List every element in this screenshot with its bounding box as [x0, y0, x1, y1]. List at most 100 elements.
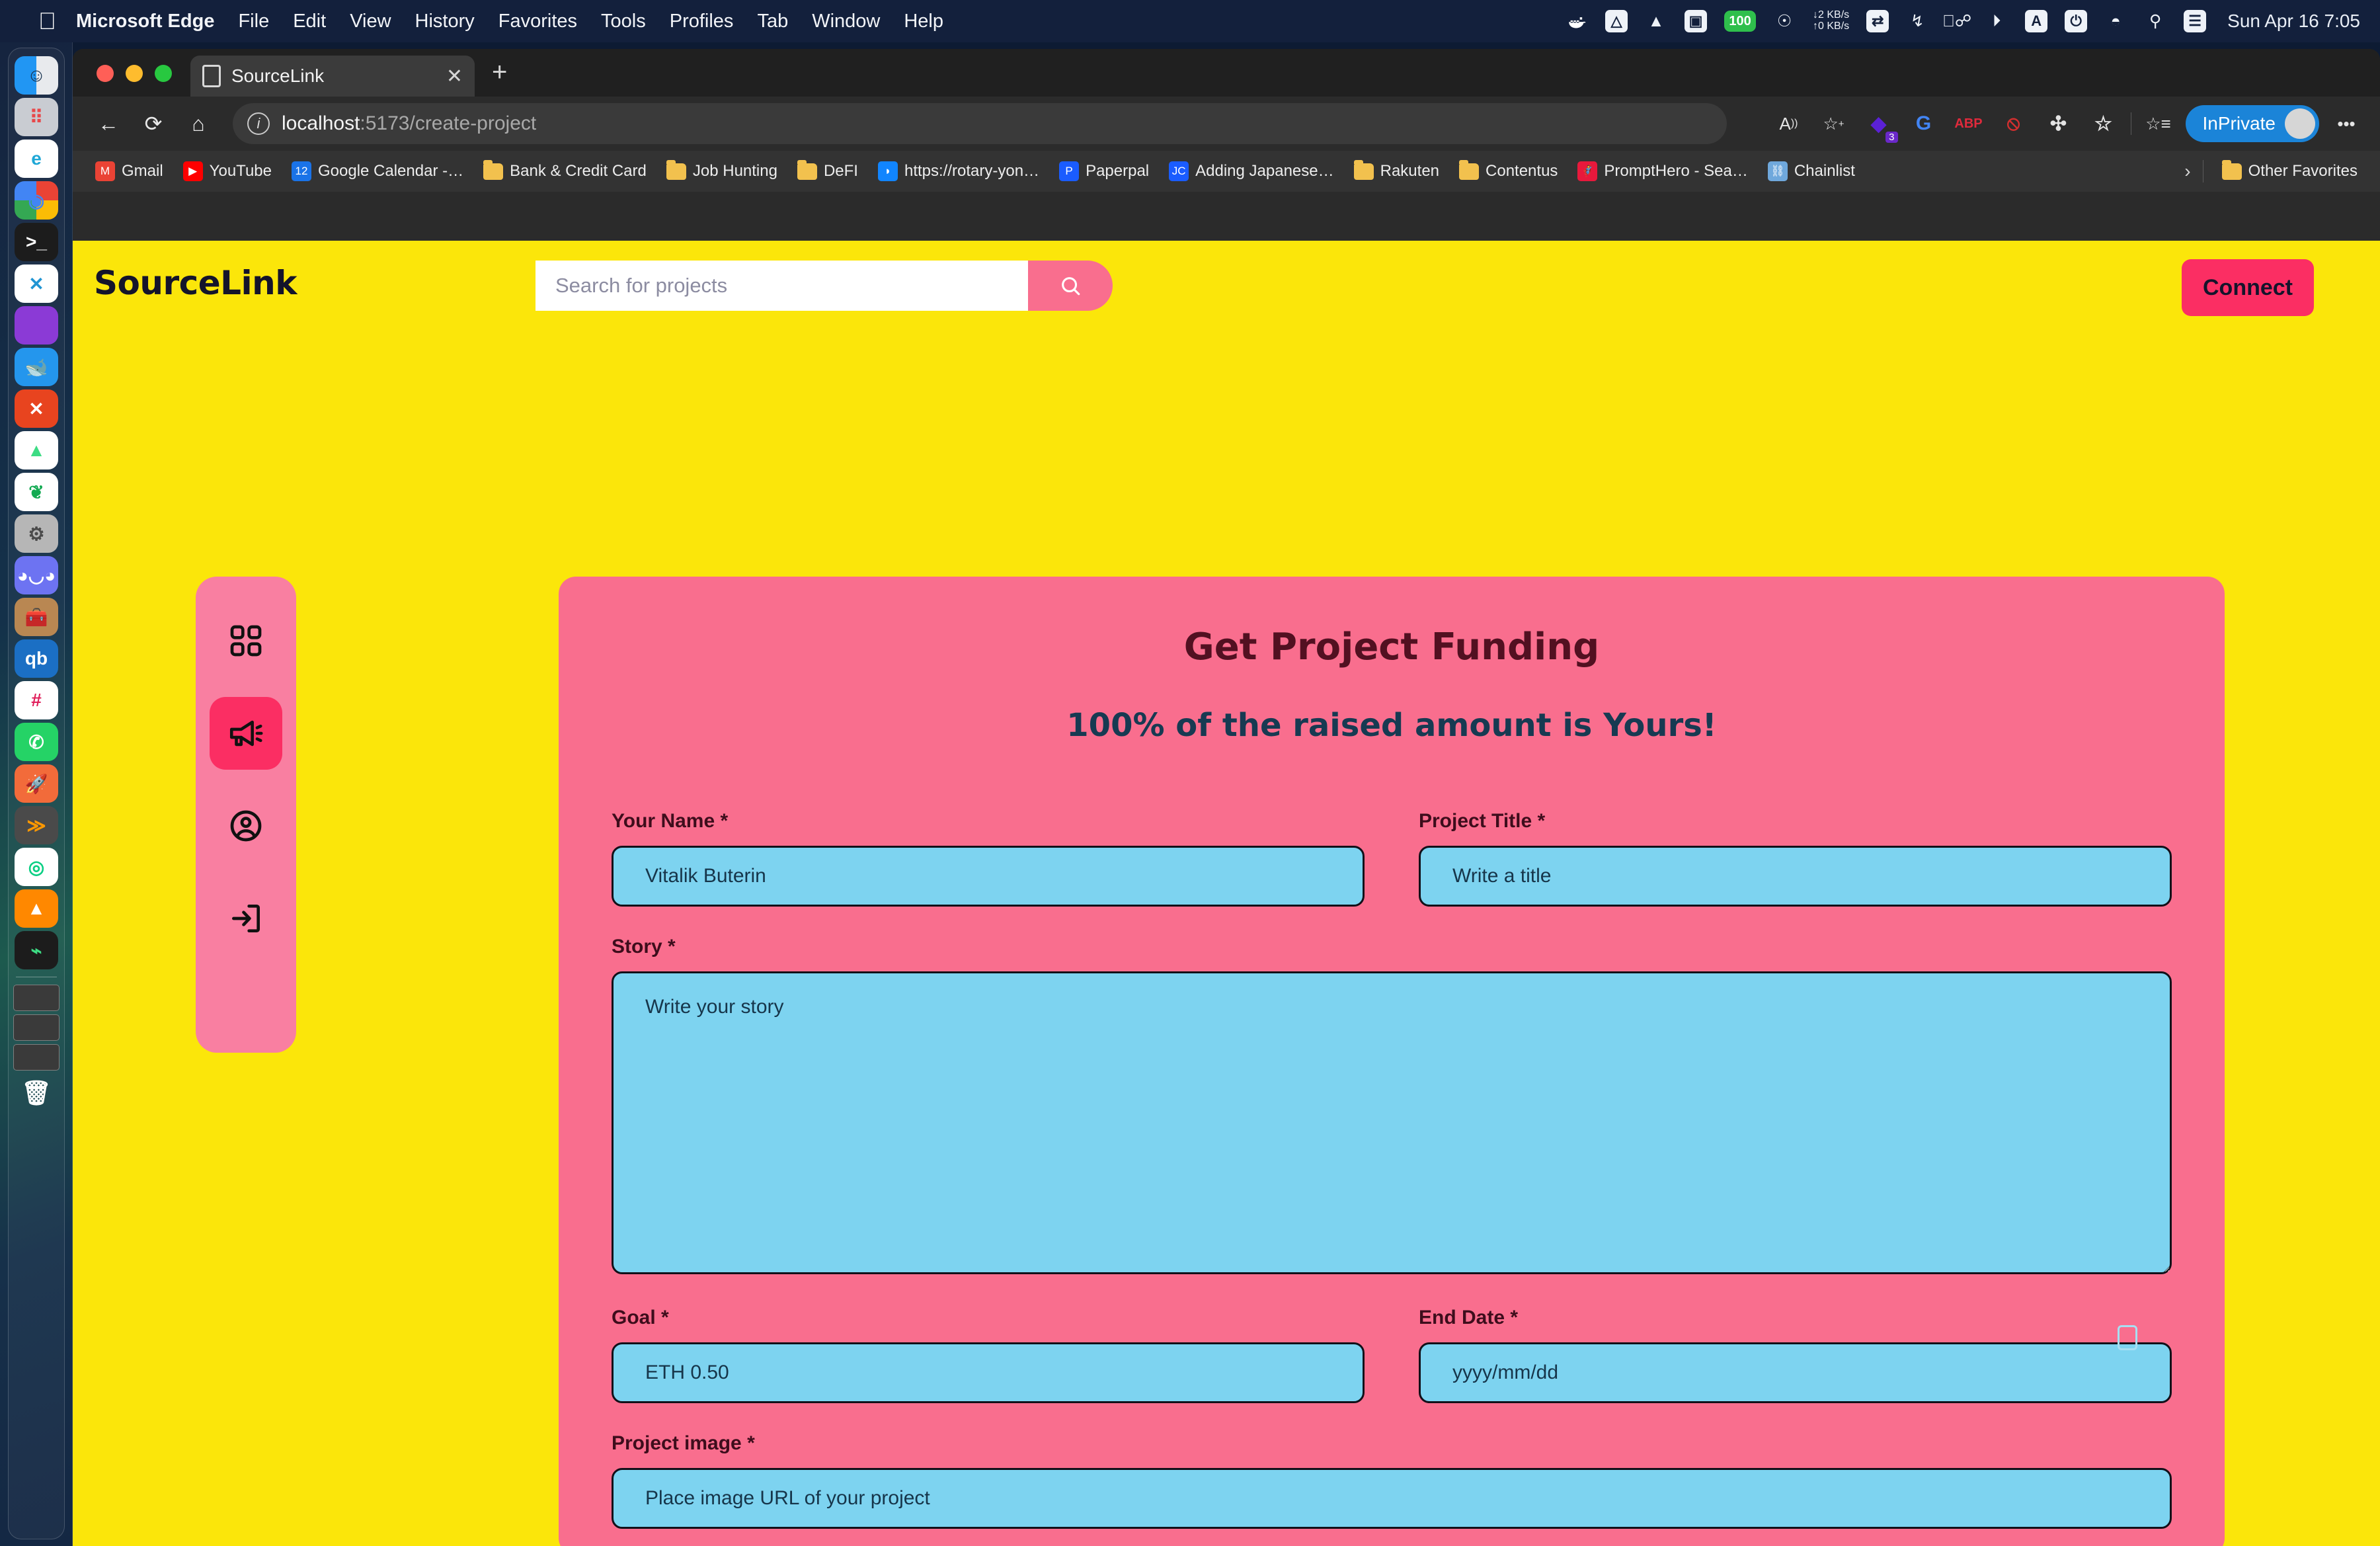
bookmark-https-rotary-yon[interactable]: ◗ https://rotary-yon…: [871, 159, 1046, 184]
apple-logo-icon[interactable]: : [38, 9, 56, 33]
bookmark-bank-credit-card[interactable]: Bank & Credit Card: [477, 159, 653, 183]
bookmark-gmail[interactable]: M Gmail: [89, 159, 170, 184]
menu-item-window[interactable]: Window: [812, 11, 880, 32]
bookmark-adding-japanese[interactable]: JC Adding Japanese…: [1162, 159, 1340, 184]
postman-dock-icon[interactable]: 🚀: [15, 764, 58, 803]
bookmarks-overflow-chevron-icon[interactable]: ›: [2184, 161, 2190, 182]
bookmark-youtube[interactable]: ▶ YouTube: [177, 159, 278, 184]
menu-item-edit[interactable]: Edit: [293, 11, 326, 32]
sidebar-item-logout[interactable]: [210, 882, 282, 955]
vs-code-dock-icon[interactable]: ✕: [15, 264, 58, 303]
spotlight-search-icon[interactable]: ⚲: [2144, 10, 2166, 32]
close-window-button[interactable]: [97, 65, 114, 82]
site-info-icon[interactable]: i: [247, 112, 270, 135]
sidebar-item-dashboard[interactable]: [210, 604, 282, 677]
menu-bar-clock[interactable]: Sun Apr 16 7:05: [2227, 11, 2360, 32]
menu-item-tools[interactable]: Tools: [601, 11, 646, 32]
connect-button[interactable]: Connect: [2182, 259, 2314, 316]
sidebar-item-campaign[interactable]: [210, 697, 282, 770]
battery-percent-icon[interactable]: 100: [1724, 11, 1757, 32]
mina-wallet-extension-icon[interactable]: ◆ 3: [1861, 106, 1898, 143]
minimize-window-button[interactable]: [126, 65, 143, 82]
system-settings-dock-icon[interactable]: ⚙: [15, 514, 58, 553]
control-center-icon[interactable]: ☰: [2184, 10, 2207, 32]
adblock-plus-extension-icon[interactable]: ABP: [1951, 106, 1987, 142]
vlc-dock-icon[interactable]: ▲: [15, 889, 58, 928]
bookmark-chainlist[interactable]: ⛓ Chainlist: [1761, 159, 1862, 184]
sublime-text-dock-icon[interactable]: ≫: [15, 806, 58, 844]
bluetooth-icon[interactable]: ☍: [1942, 10, 1971, 32]
terminal-dock-icon[interactable]: >_: [15, 223, 58, 261]
sensors-icon[interactable]: ⇄: [1866, 10, 1889, 32]
back-button[interactable]: ←: [89, 104, 128, 143]
minimized-window-edge-dark[interactable]: [13, 1044, 60, 1071]
bookmark-paperpal[interactable]: P Paperpal: [1052, 159, 1156, 184]
menu-item-history[interactable]: History: [415, 11, 475, 32]
google-chrome-dock-icon[interactable]: ◉: [15, 181, 58, 220]
menu-item-file[interactable]: File: [238, 11, 269, 32]
adguard-icon[interactable]: △: [1605, 10, 1628, 32]
toolbox-dock-icon[interactable]: 🧰: [15, 598, 58, 636]
collections-icon[interactable]: ☆: [2086, 106, 2122, 142]
goal-input[interactable]: [612, 1342, 1365, 1403]
other-favorites-folder[interactable]: Other Favorites: [2215, 159, 2364, 183]
minimized-window-edge-doc[interactable]: [13, 1014, 60, 1041]
calendar-icon[interactable]: [2118, 1325, 2137, 1350]
browser-tab[interactable]: SourceLink ✕: [190, 56, 475, 97]
karabiner-icon[interactable]: ↯: [1906, 10, 1928, 32]
window-traffic-lights[interactable]: [73, 65, 172, 97]
net-speed-icon[interactable]: ↓2 KB/s ↑0 KB/s: [1813, 9, 1849, 32]
end-date-input[interactable]: [1419, 1342, 2172, 1403]
battery-charging-icon[interactable]: ⏻: [2065, 10, 2088, 32]
github-desktop-dock-icon[interactable]: [15, 306, 58, 345]
qbittorrent-dock-icon[interactable]: qb: [15, 639, 58, 678]
minimized-window-vlc[interactable]: [13, 985, 60, 1011]
docker-icon[interactable]: [1566, 10, 1588, 32]
story-textarea[interactable]: [612, 971, 2172, 1274]
docker-dock-icon[interactable]: 🐋: [15, 348, 58, 386]
input-source-icon[interactable]: A: [2025, 10, 2048, 32]
google-translate-extension-icon[interactable]: G: [1906, 106, 1942, 142]
bookmark-defi[interactable]: DeFI: [791, 159, 865, 183]
menu-item-tab[interactable]: Tab: [757, 11, 788, 32]
extensions-puzzle-icon[interactable]: ✣: [2041, 106, 2077, 142]
settings-and-more-button[interactable]: •••: [2328, 106, 2364, 142]
mongodb-dock-icon[interactable]: ❦: [15, 473, 58, 511]
address-bar[interactable]: i localhost:5173/create-project: [233, 103, 1727, 144]
rectangle-window-icon[interactable]: ▣: [1685, 10, 1708, 32]
launchpad-dock-icon[interactable]: ⠿: [15, 98, 58, 136]
collections-icon[interactable]: ☆≡: [2141, 106, 2176, 142]
metamask-blocked-extension-icon[interactable]: ⦸: [1996, 106, 2032, 142]
wifi-icon[interactable]: ◓: [2104, 10, 2127, 32]
figma-dock-icon[interactable]: ◎: [15, 848, 58, 886]
vlc-cone-icon[interactable]: ▲: [1645, 10, 1667, 32]
project-image-input[interactable]: [612, 1468, 2172, 1529]
slack-dock-icon[interactable]: #: [15, 681, 58, 719]
app-logo[interactable]: SourceLink: [94, 264, 298, 302]
menu-item-profiles[interactable]: Profiles: [670, 11, 734, 32]
search-input[interactable]: [536, 261, 1028, 311]
menu-item-view[interactable]: View: [350, 11, 391, 32]
network-globe-icon[interactable]: ☉: [1773, 10, 1796, 32]
xsplit-dock-icon[interactable]: ✕: [15, 389, 58, 428]
add-favorite-icon[interactable]: ☆ +: [1816, 106, 1852, 142]
trash-dock-icon[interactable]: 🗑: [15, 1074, 58, 1112]
discord-dock-icon[interactable]: ◕◡◕: [15, 556, 58, 594]
home-button[interactable]: ⌂: [178, 104, 218, 143]
search-button[interactable]: [1028, 261, 1113, 311]
android-studio-dock-icon[interactable]: ▲: [15, 431, 58, 469]
menu-item-microsoft-edge[interactable]: Microsoft Edge: [76, 11, 214, 32]
new-tab-button[interactable]: +: [492, 58, 507, 87]
project-title-input[interactable]: [1419, 846, 2172, 907]
menu-item-help[interactable]: Help: [904, 11, 943, 32]
finder-dock-icon[interactable]: ☺: [15, 56, 58, 95]
your-name-input[interactable]: [612, 846, 1365, 907]
activity-monitor-dock-icon[interactable]: ⌁: [15, 931, 58, 969]
maximize-window-button[interactable]: [155, 65, 172, 82]
menu-item-favorites[interactable]: Favorites: [498, 11, 577, 32]
sidebar-item-profile[interactable]: [210, 790, 282, 862]
bookmark-prompthero-sea[interactable]: 🦸 PromptHero - Sea…: [1571, 159, 1754, 184]
microsoft-edge-dock-icon[interactable]: e: [15, 140, 58, 178]
bookmark-job-hunting[interactable]: Job Hunting: [660, 159, 784, 183]
reload-button[interactable]: ⟳: [134, 104, 173, 143]
